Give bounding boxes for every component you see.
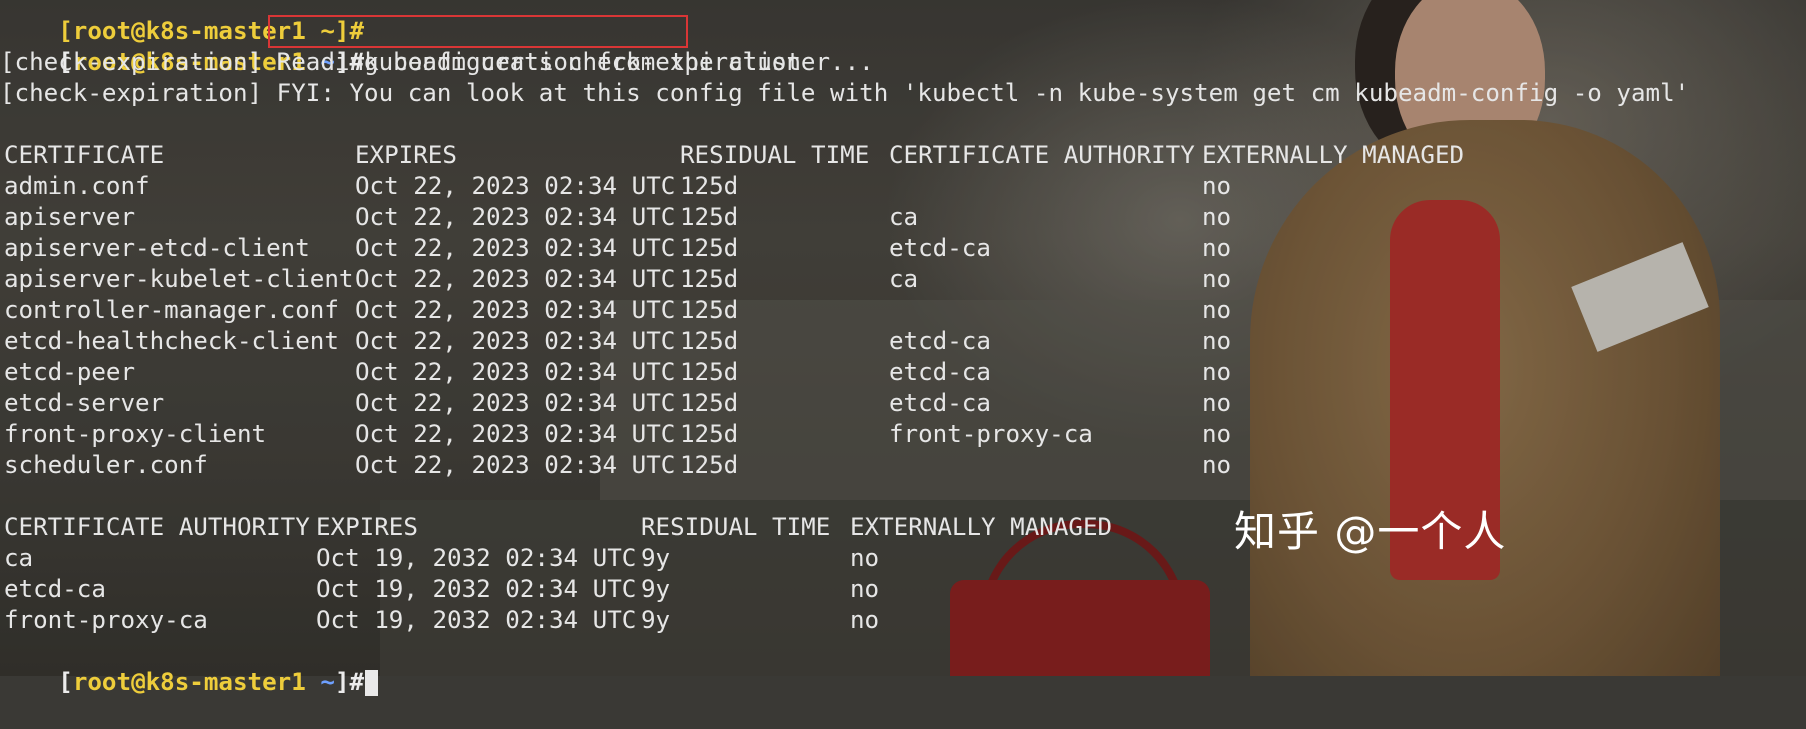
certificate-cell: 125d: [680, 420, 739, 448]
certificate-row: apiserver-kubelet-client Oct 22, 2023 02:…: [0, 264, 1689, 295]
certificate-row: apiserver-etcd-client Oct 22, 2023 02:34 …: [0, 233, 1689, 264]
certificate-cell: EXTERNALLY MANAGED: [1202, 141, 1465, 169]
certificate-cell: Oct 22, 2023 02:34 UTC: [355, 389, 676, 417]
authority-cell: Oct 19, 2032 02:34 UTC: [316, 606, 637, 634]
info-line: [check-expiration] FYI: You can look at …: [0, 79, 1690, 107]
certificate-cell: apiserver-kubelet-client: [4, 265, 354, 293]
certificate-row: etcd-peer Oct 22, 2023 02:34 UTC 125d etcd-…: [0, 357, 1689, 388]
prompt-at: @: [131, 668, 146, 696]
authority-row: etcd-ca Oct 19, 2032 02:34 UTC 9y no: [0, 574, 1689, 605]
certificate-cell: etcd-peer: [4, 358, 136, 386]
certificate-cell: Oct 22, 2023 02:34 UTC: [355, 451, 676, 479]
certificate-cell: 125d: [680, 172, 739, 200]
certificate-cell: Oct 22, 2023 02:34 UTC: [355, 203, 676, 231]
certificate-cell: 125d: [680, 451, 739, 479]
authority-cell: RESIDUAL TIME: [641, 513, 831, 541]
authority-cell: ca: [4, 544, 34, 572]
certificate-cell: 125d: [680, 203, 739, 231]
authority-cell: Oct 19, 2032 02:34 UTC: [316, 544, 637, 572]
certificate-cell: apiserver-etcd-client: [4, 234, 310, 262]
certificate-cell: ca: [889, 203, 919, 231]
certificate-row: apiserver Oct 22, 2023 02:34 UTC 125d ca no: [0, 202, 1689, 233]
certificate-cell: no: [1202, 327, 1232, 355]
certificate-cell: Oct 22, 2023 02:34 UTC: [355, 234, 676, 262]
certificate-cell: Oct 22, 2023 02:34 UTC: [355, 172, 676, 200]
certificate-cell: front-proxy-client: [4, 420, 267, 448]
info-line: [check-expiration] Reading configuration…: [0, 48, 874, 76]
certificate-row: front-proxy-client Oct 22, 2023 02:34 UTC…: [0, 419, 1689, 450]
certificate-row: controller-manager.conf Oct 22, 2023 02:3…: [0, 295, 1689, 326]
authority-cell: EXTERNALLY MANAGED: [850, 513, 1113, 541]
certificate-cell: front-proxy-ca: [889, 420, 1093, 448]
certificate-cell: no: [1202, 172, 1232, 200]
certificate-cell: 125d: [680, 327, 739, 355]
authority-cell: etcd-ca: [4, 575, 106, 603]
authority-cell: front-proxy-ca: [4, 606, 208, 634]
certificate-cell: 125d: [680, 265, 739, 293]
certificate-cell: Oct 22, 2023 02:34 UTC: [355, 358, 676, 386]
certificate-cell: Oct 22, 2023 02:34 UTC: [355, 420, 676, 448]
certificate-cell: etcd-ca: [889, 327, 991, 355]
certificate-cell: CERTIFICATE AUTHORITY: [889, 141, 1195, 169]
prompt-host: k8s-master1: [145, 668, 306, 696]
certificate-cell: Oct 22, 2023 02:34 UTC: [355, 327, 676, 355]
authority-row: front-proxy-ca Oct 19, 2032 02:34 UTC 9y no: [0, 605, 1689, 636]
certificate-cell: no: [1202, 265, 1232, 293]
command-highlight-box: [268, 15, 688, 48]
authority-cell: 9y: [641, 575, 671, 603]
certificate-cell: etcd-healthcheck-client: [4, 327, 339, 355]
certificate-cell: RESIDUAL TIME: [680, 141, 870, 169]
authority-cell: no: [850, 544, 880, 572]
certificate-cell: EXPIRES: [355, 141, 457, 169]
certificate-row: etcd-server Oct 22, 2023 02:34 UTC 125d etc…: [0, 388, 1689, 419]
certificate-cell: admin.conf: [4, 172, 150, 200]
certificate-cell: no: [1202, 234, 1232, 262]
authority-cell: no: [850, 606, 880, 634]
authority-cell: CERTIFICATE AUTHORITY: [4, 513, 310, 541]
certificate-cell: apiserver: [4, 203, 136, 231]
certificate-cell: ca: [889, 265, 919, 293]
certificate-cell: Oct 22, 2023 02:34 UTC: [355, 296, 676, 324]
certificate-table: CERTIFICATE EXPIRES RESIDUAL TIME CERTIFICA…: [0, 140, 1689, 481]
prompt-close: ]#: [334, 668, 365, 696]
current-prompt-line[interactable]: [root@k8s-master1 ~]#: [0, 636, 1689, 696]
certificate-cell: etcd-server: [4, 389, 165, 417]
certificate-cell: no: [1202, 296, 1232, 324]
certificate-row: scheduler.conf Oct 22, 2023 02:34 UTC 125d…: [0, 450, 1689, 481]
authority-cell: EXPIRES: [316, 513, 418, 541]
prompt-open: [: [58, 668, 73, 696]
terminal-output[interactable]: [root@k8s-master1 ~]# [root@k8s-master1 …: [0, 0, 1690, 696]
certificate-cell: 125d: [680, 358, 739, 386]
command-line: [root@k8s-master1 ~]#kubeadm certs check…: [0, 15, 1689, 76]
certificate-row: admin.conf Oct 22, 2023 02:34 UTC 125d no: [0, 171, 1689, 202]
certificate-cell: no: [1202, 389, 1232, 417]
certificate-header-row: CERTIFICATE EXPIRES RESIDUAL TIME CERTIFICA…: [0, 140, 1689, 171]
certificate-cell: etcd-ca: [889, 358, 991, 386]
partial-prompt-line: [root@k8s-master1 ~]#: [0, 0, 1689, 45]
watermark-text: 知乎 @一个人: [1234, 507, 1507, 556]
certificate-cell: 125d: [680, 296, 739, 324]
certificate-cell: no: [1202, 358, 1232, 386]
certificate-cell: controller-manager.conf: [4, 296, 339, 324]
certificate-cell: CERTIFICATE: [4, 141, 165, 169]
authority-cell: Oct 19, 2032 02:34 UTC: [316, 575, 637, 603]
authority-cell: no: [850, 575, 880, 603]
certificate-cell: no: [1202, 203, 1232, 231]
certificate-cell: scheduler.conf: [4, 451, 208, 479]
authority-cell: 9y: [641, 606, 671, 634]
certificate-cell: 125d: [680, 234, 739, 262]
certificate-cell: etcd-ca: [889, 234, 991, 262]
certificate-row: etcd-healthcheck-client Oct 22, 2023 02:3…: [0, 326, 1689, 357]
terminal-cursor: [365, 670, 379, 696]
certificate-cell: Oct 22, 2023 02:34 UTC: [355, 265, 676, 293]
certificate-cell: etcd-ca: [889, 389, 991, 417]
authority-cell: 9y: [641, 544, 671, 572]
certificate-cell: no: [1202, 451, 1232, 479]
certificate-cell: 125d: [680, 389, 739, 417]
prompt-dir: ~: [320, 668, 335, 696]
certificate-cell: no: [1202, 420, 1232, 448]
prompt-user: root: [72, 668, 132, 696]
